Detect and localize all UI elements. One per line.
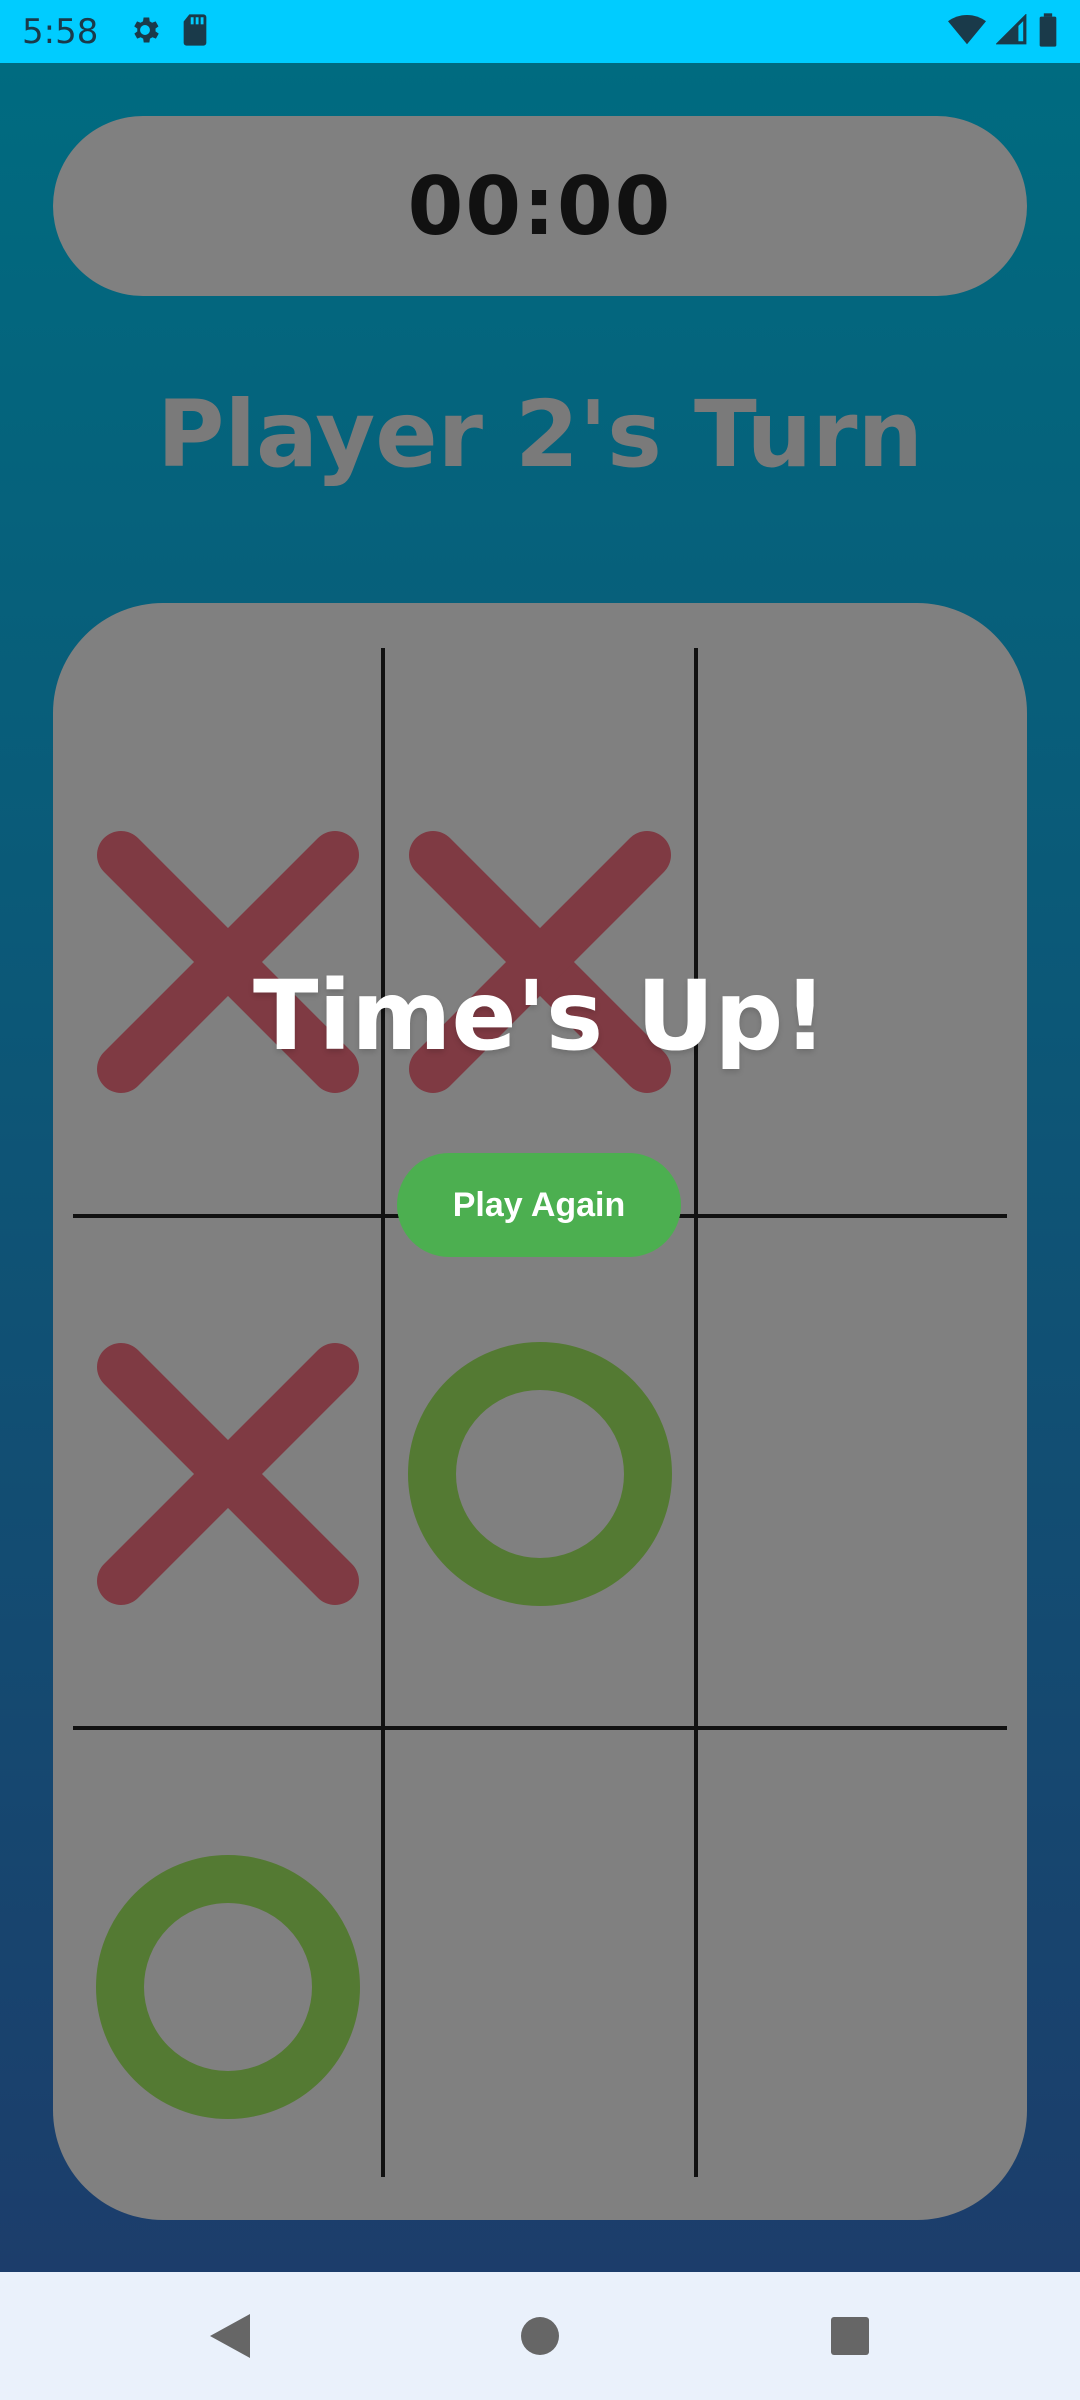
home-button[interactable]	[490, 2272, 590, 2400]
turn-indicator: Player 2's Turn	[157, 381, 923, 488]
navigation-bar	[0, 2272, 1080, 2400]
recents-button[interactable]	[800, 2272, 900, 2400]
timer-display: 00:00	[53, 116, 1027, 296]
timer-text: 00:00	[407, 159, 673, 253]
home-icon	[521, 2317, 559, 2355]
status-time: 5:58	[22, 11, 99, 52]
board-grid	[73, 648, 1007, 2220]
game-board	[53, 603, 1027, 2220]
gear-icon	[128, 13, 162, 51]
board-cell[interactable]	[73, 1737, 383, 2220]
cell-hit-area	[385, 1737, 695, 2220]
battery-icon	[1038, 12, 1058, 51]
back-icon	[210, 2314, 250, 2358]
wifi-icon	[948, 14, 986, 50]
cell-hit-area	[697, 1737, 1007, 2220]
status-right-icons	[948, 12, 1058, 51]
board-cell[interactable]	[697, 1737, 1007, 2220]
sd-card-icon	[180, 13, 210, 51]
signal-icon	[995, 12, 1028, 50]
board-cell[interactable]	[385, 1224, 695, 1724]
board-cell[interactable]	[73, 1224, 383, 1724]
cell-hit-area	[697, 1224, 1007, 1724]
app-screen: 5:58 00:00 Player 2's Turn Time's Up! Pl…	[0, 0, 1080, 2400]
back-button[interactable]	[180, 2272, 280, 2400]
board-cell[interactable]	[697, 1224, 1007, 1724]
play-again-button[interactable]: Play Again	[397, 1153, 681, 1257]
times-up-title: Time's Up!	[253, 960, 827, 1072]
board-cell[interactable]	[385, 1737, 695, 2220]
status-bar: 5:58	[0, 0, 1080, 63]
recents-icon	[831, 2317, 869, 2355]
